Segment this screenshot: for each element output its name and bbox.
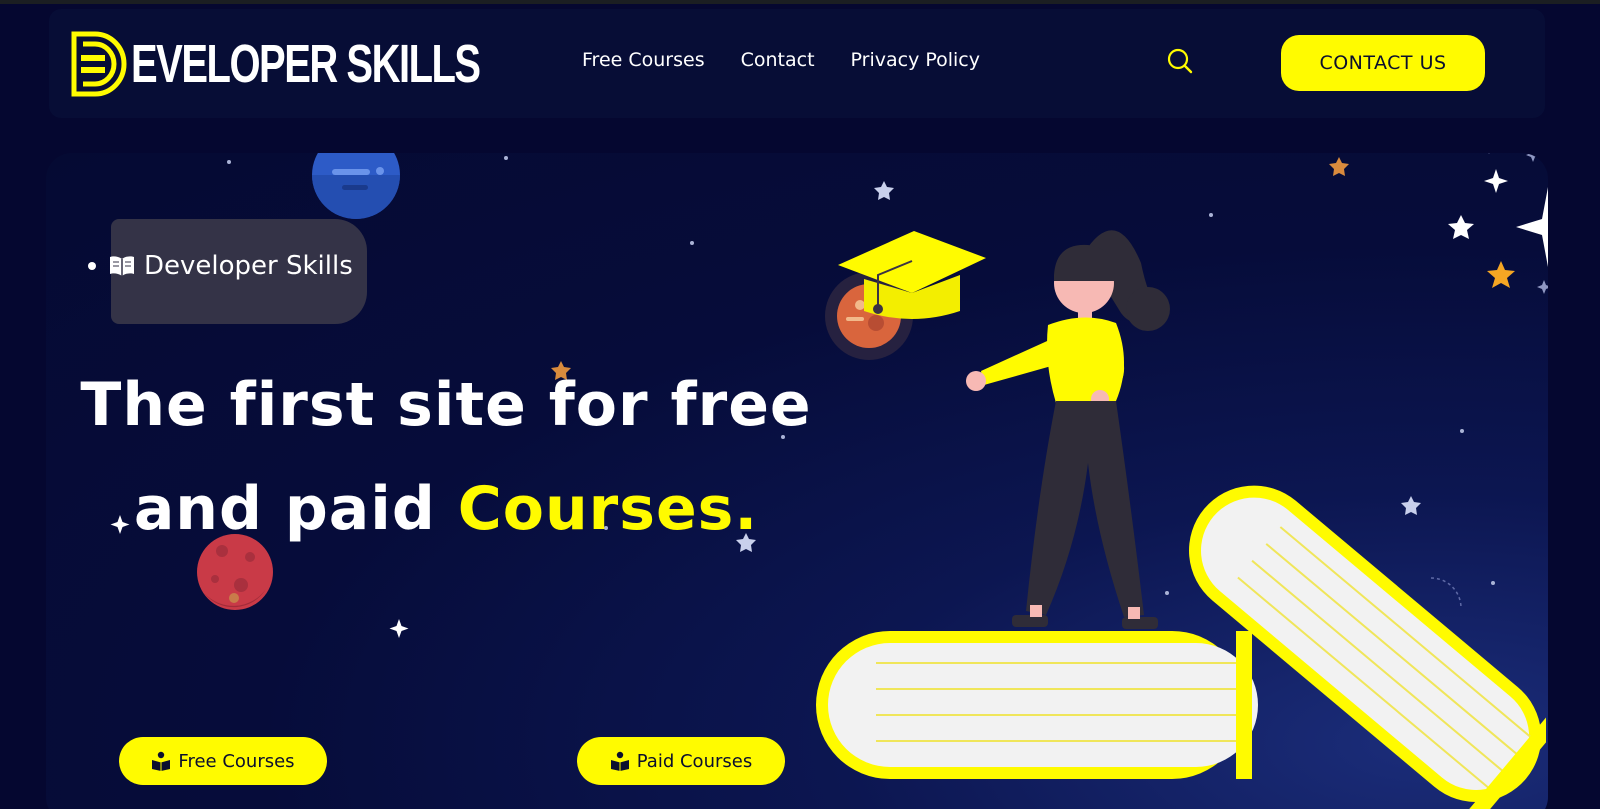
main-nav: Free Courses Contact Privacy Policy: [582, 49, 980, 71]
free-courses-label: Free Courses: [178, 750, 295, 772]
free-courses-button[interactable]: Free Courses: [119, 737, 327, 785]
headline-line-1: The first site for free: [80, 370, 812, 440]
hero-headline: The first site for free and paid Courses…: [46, 353, 846, 561]
navbar: EVELOPER SKILLS Free Courses Contact Pri…: [49, 9, 1545, 118]
nav-contact[interactable]: Contact: [741, 49, 815, 71]
paid-courses-label: Paid Courses: [636, 750, 753, 772]
nav-privacy-policy[interactable]: Privacy Policy: [851, 49, 980, 71]
reader-icon: [610, 751, 629, 771]
badge-item: Developer Skills: [88, 251, 353, 281]
badge-list: Developer Skills: [88, 251, 353, 281]
search-button[interactable]: [1166, 47, 1196, 77]
badge-text: Developer Skills: [144, 251, 353, 281]
bullet-dot: [88, 262, 96, 270]
developer-skills-logo: [71, 31, 127, 97]
paid-courses-button[interactable]: Paid Courses: [577, 737, 785, 785]
headline-accent-word: Courses.: [457, 474, 759, 544]
contact-us-button[interactable]: CONTACT US: [1281, 35, 1485, 91]
hero-illustration: [816, 230, 1546, 809]
nav-free-courses[interactable]: Free Courses: [582, 49, 705, 71]
logo-text: EVELOPER SKILLS: [131, 34, 481, 94]
top-edge: [0, 0, 1600, 4]
headline-line-2: and paid Courses.: [46, 457, 846, 561]
reader-icon: [152, 751, 171, 771]
site-logo[interactable]: EVELOPER SKILLS: [71, 31, 602, 97]
open-book-icon: [108, 254, 136, 278]
hero-section: Developer Skills The first site for free…: [46, 153, 1548, 809]
headline-line-2-prefix: and paid: [133, 474, 458, 544]
search-icon: [1167, 48, 1193, 74]
